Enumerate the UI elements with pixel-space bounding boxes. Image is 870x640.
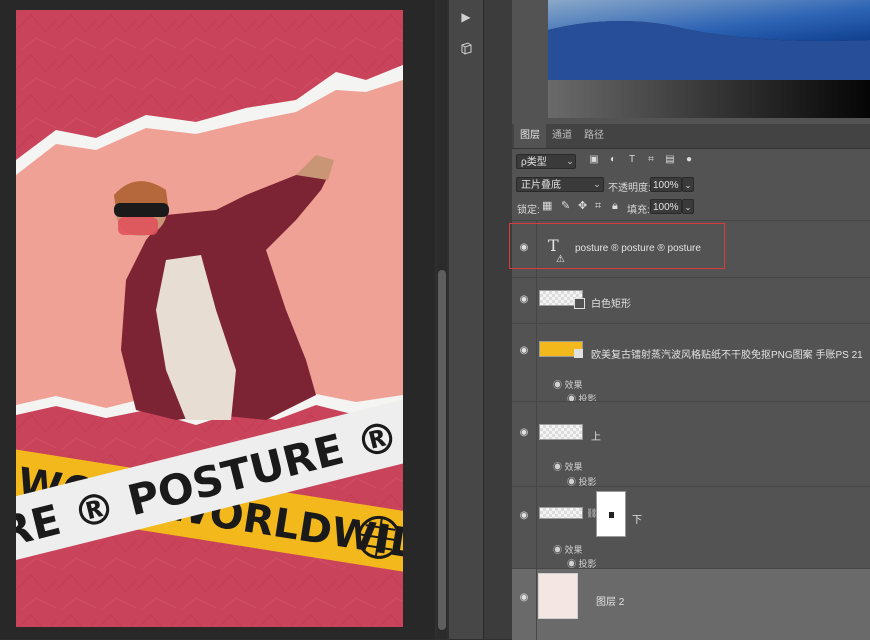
tab-paths[interactable]: 路径	[578, 124, 610, 148]
layer-row-layer-2[interactable]: ◉ 图层 2	[512, 568, 870, 640]
lock-brush-icon[interactable]: ✎	[561, 199, 570, 213]
blend-mode-label: 正片叠底	[521, 180, 561, 191]
tab-layers[interactable]: 图层	[514, 124, 546, 148]
layer-row-white-rect[interactable]: ◉ 白色矩形	[512, 277, 870, 324]
visibility-column	[512, 324, 537, 402]
poster-document[interactable]: WO WORLDWIDE RE ® POSTURE ® P	[16, 10, 403, 627]
canvas-scroll-thumb[interactable]	[438, 270, 446, 630]
lock-artboard-icon[interactable]: ⌗	[595, 199, 601, 213]
poster-artwork: WO WORLDWIDE RE ® POSTURE ® P	[16, 10, 403, 627]
filter-kind-label: ρ类型	[521, 157, 547, 168]
opacity-dropdown[interactable]: ⌄	[682, 177, 694, 192]
shape-layer-badge-icon	[574, 298, 585, 309]
effects-eye-icon[interactable]: ◉	[553, 380, 565, 390]
layers-tabbar: 图层 通道 路径	[512, 124, 870, 149]
effects-eye-icon[interactable]: ◉	[553, 462, 565, 472]
eye-icon[interactable]: ◉	[518, 593, 530, 603]
effects-label: 效果	[564, 545, 583, 555]
play-icon[interactable]: ▶	[454, 5, 478, 29]
fill-input[interactable]: 100%	[650, 199, 682, 214]
visibility-column	[512, 569, 537, 640]
layer-row-bottom[interactable]: ◉ ⛓ 下 ◉ 效果 ◉ 投影	[512, 486, 870, 569]
panel-gutter	[484, 0, 512, 639]
tab-channels[interactable]: 通道	[546, 124, 578, 148]
lock-all-icon[interactable]: 🔒︎	[612, 199, 618, 213]
layer-name: 上	[591, 432, 601, 443]
chevron-down-icon: ⌄	[566, 156, 574, 166]
lock-position-icon[interactable]: ✥	[578, 199, 587, 213]
layer-thumbnail	[538, 573, 578, 619]
opacity-value: 100%	[653, 180, 679, 191]
cube-icon[interactable]	[454, 36, 478, 60]
fill-dropdown[interactable]: ⌄	[682, 199, 694, 214]
layers-list: ◉ T ⚠ posture ® posture ® posture ◉ 白色矩形…	[512, 220, 870, 640]
image-filter-icon[interactable]: ▣	[588, 154, 600, 166]
effects-row[interactable]: ◉ 效果	[553, 543, 583, 556]
effects-label: 效果	[564, 380, 583, 390]
layer-thumbnail	[539, 424, 583, 440]
adjustment-filter-icon[interactable]: ◐	[607, 154, 619, 166]
lock-transparent-icon[interactable]: ▦	[542, 199, 552, 213]
effects-row[interactable]: ◉ 效果	[553, 378, 583, 391]
eye-icon[interactable]: ◉	[518, 511, 530, 521]
layer-name: 下	[632, 515, 642, 526]
layer-mask-thumbnail[interactable]	[596, 491, 626, 537]
eye-icon[interactable]: ◉	[518, 428, 530, 438]
layer-name: 白色矩形	[591, 299, 631, 310]
layer-thumbnail	[539, 507, 583, 519]
chevron-down-icon: ⌄	[593, 179, 601, 189]
layer-row-top[interactable]: ◉ 上 ◉ 效果 ◉ 投影	[512, 401, 870, 487]
panel-icon-bar: ▶	[449, 0, 484, 639]
highlight-box	[509, 223, 725, 269]
filter-toggle-icon[interactable]: ●	[683, 154, 695, 166]
shape-filter-icon[interactable]: ⌗	[645, 154, 657, 166]
fill-value: 100%	[653, 202, 679, 213]
layer-name: 欧美复古镭射蒸汽波风格贴纸不干胶免抠PNG图案 手账PS 21	[591, 350, 863, 361]
document-canvas-area[interactable]: WO WORLDWIDE RE ® POSTURE ® P	[0, 0, 435, 639]
visibility-column	[512, 487, 537, 569]
layer-row-sticker[interactable]: ◉ 欧美复古镭射蒸汽波风格贴纸不干胶免抠PNG图案 手账PS 21 ◉ 效果 ◉…	[512, 323, 870, 404]
smart-object-filter-icon[interactable]: ▤	[664, 154, 676, 166]
smart-object-badge-icon	[574, 349, 583, 358]
opacity-input[interactable]: 100%	[650, 177, 682, 192]
effects-eye-icon[interactable]: ◉	[553, 545, 565, 555]
eye-icon[interactable]: ◉	[518, 346, 530, 356]
text-filter-icon[interactable]: T	[626, 154, 638, 166]
effects-label: 效果	[564, 462, 583, 472]
visibility-column	[512, 402, 537, 487]
layer-name: 图层 2	[596, 597, 625, 608]
navigator-preview	[548, 0, 870, 118]
effects-row[interactable]: ◉ 效果	[553, 460, 583, 473]
eye-icon[interactable]: ◉	[518, 295, 530, 305]
